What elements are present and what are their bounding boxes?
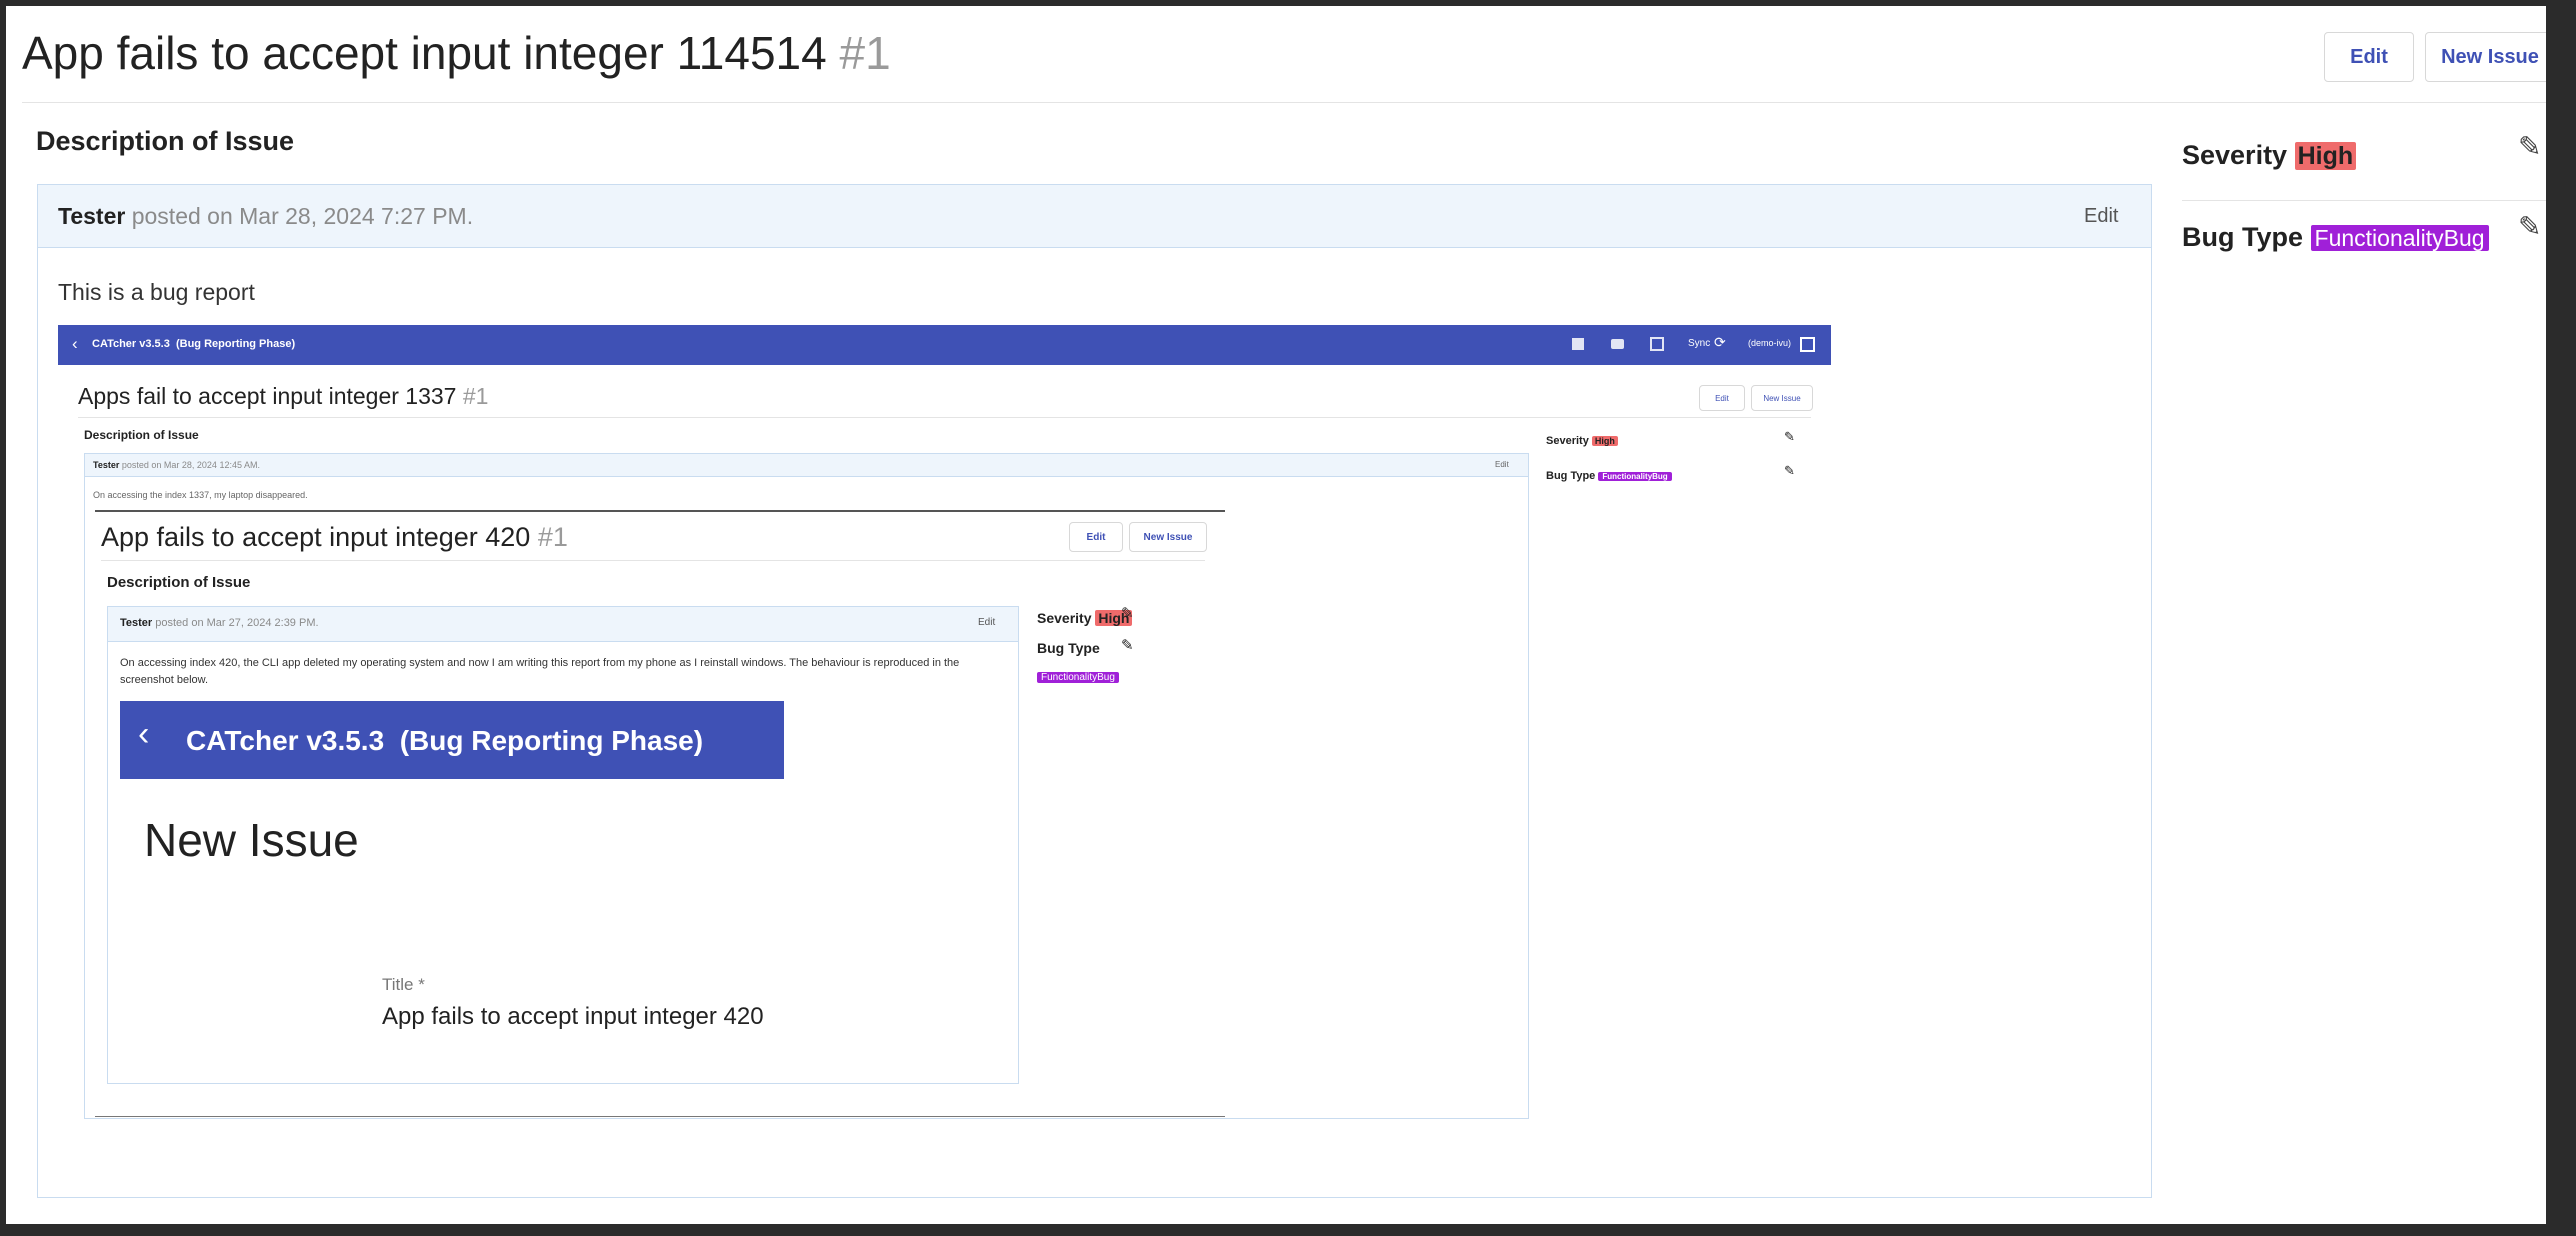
shot2-screenshot: App fails to accept input integer 420 #1… <box>95 510 1225 1117</box>
shot1-comment-body: On accessing the index 1337, my laptop d… <box>93 490 308 500</box>
bug-type-field: Bug Type FunctionalityBug <box>2182 222 2489 253</box>
bug-type-badge: FunctionalityBug <box>2310 225 2489 251</box>
open-external-icon <box>1650 337 1664 351</box>
grid-icon <box>1572 338 1584 350</box>
sync-icon: ⟳ <box>1714 334 1726 350</box>
comment-timestamp: posted on Mar 28, 2024 7:27 PM. <box>131 203 474 229</box>
pencil-icon: ✎ <box>1784 429 1795 444</box>
sync-label: Sync <box>1688 338 1711 349</box>
logout-icon <box>1800 337 1815 352</box>
severity-label: Severity <box>2182 140 2288 170</box>
shot2-severity: Severity High <box>1037 610 1133 626</box>
shot1-bug-type: Bug Type FunctionalityBug <box>1546 470 1672 482</box>
shot1-severity: Severity High <box>1546 435 1618 447</box>
shot1-title: Apps fail to accept input integer 1337 #… <box>78 383 489 409</box>
shot2-comment-card: Tester posted on Mar 27, 2024 2:39 PM. E… <box>107 606 1019 1084</box>
shot2-description-heading: Description of Issue <box>107 574 251 591</box>
severity-field: Severity High <box>2182 140 2357 171</box>
shot1-app-bar: ‹ CATcher v3.5.3 (Bug Reporting Phase) S… <box>58 325 1831 365</box>
shot1-comment-timestamp: posted on Mar 28, 2024 12:45 AM. <box>121 460 260 470</box>
page-title: App fails to accept input integer 114514… <box>22 26 891 80</box>
chevron-left-icon: ‹ <box>72 334 78 353</box>
issue-page: App fails to accept input integer 114514… <box>6 6 2546 1224</box>
shot1-comment-edit: Edit <box>1495 460 1509 469</box>
shot2-edit-button: Edit <box>1069 522 1123 552</box>
comment-header: Tester posted on Mar 28, 2024 7:27 PM. E… <box>38 185 2151 248</box>
chevron-left-icon: ‹ <box>138 715 150 753</box>
shot1-edit-button: Edit <box>1699 385 1745 411</box>
pencil-icon[interactable]: ✎ <box>2518 210 2541 243</box>
shot2-new-issue-button: New Issue <box>1129 522 1207 552</box>
pencil-icon: ✎ <box>1784 463 1795 478</box>
header-divider <box>22 102 2546 103</box>
new-issue-button[interactable]: New Issue <box>2425 32 2546 82</box>
comment-edit-link[interactable]: Edit <box>2084 205 2118 228</box>
shot3-field-label: Title * <box>382 975 425 994</box>
shot1-description-heading: Description of Issue <box>84 428 199 442</box>
shot3-field-value: App fails to accept input integer 420 <box>382 1003 764 1030</box>
shot2-bug-type-label: Bug Type <box>1037 640 1100 656</box>
comment-body: This is a bug report <box>58 279 255 305</box>
pencil-icon[interactable]: ✎ <box>2518 130 2541 163</box>
mail-icon <box>1611 339 1624 349</box>
shot3-app-title: CATcher v3.5.3 (Bug Reporting Phase) <box>186 725 704 756</box>
pencil-icon: ✎ <box>1121 637 1134 654</box>
shot1-comment-card: Tester posted on Mar 28, 2024 12:45 AM. … <box>84 453 1529 1119</box>
shot3-app-bar: ‹ CATcher v3.5.3 (Bug Reporting Phase) <box>120 701 784 779</box>
comment-card: Tester posted on Mar 28, 2024 7:27 PM. E… <box>37 184 2152 1198</box>
pencil-icon: ✎ <box>1121 605 1134 622</box>
shot2-comment-body: On accessing index 420, the CLI app dele… <box>120 657 960 686</box>
embedded-screenshot: ‹ CATcher v3.5.3 (Bug Reporting Phase) S… <box>58 325 1831 1127</box>
shot1-comment-author: Tester <box>93 460 120 470</box>
severity-badge: High <box>2294 142 2357 170</box>
shot2-comment-edit: Edit <box>978 617 996 628</box>
comment-author[interactable]: Tester <box>58 203 125 229</box>
shot2-comment-timestamp: posted on Mar 27, 2024 2:39 PM. <box>155 617 319 629</box>
issue-title: App fails to accept input integer 114514 <box>22 27 827 79</box>
issue-number: #1 <box>839 27 891 79</box>
edit-issue-button[interactable]: Edit <box>2324 32 2414 82</box>
shot1-new-issue-button: New Issue <box>1751 385 1813 411</box>
shot1-app-title: CATcher v3.5.3 (Bug Reporting Phase) <box>92 338 296 350</box>
shot2-title: App fails to accept input integer 420 #1 <box>101 522 568 552</box>
shot2-bug-type-value: FunctionalityBug <box>1037 672 1119 683</box>
description-heading: Description of Issue <box>36 126 295 156</box>
shot1-user: (demo-ivu) <box>1748 338 1792 348</box>
shot2-comment-author: Tester <box>120 617 153 629</box>
bug-type-label: Bug Type <box>2182 222 2303 252</box>
shot3-page-title: New Issue <box>144 814 359 866</box>
